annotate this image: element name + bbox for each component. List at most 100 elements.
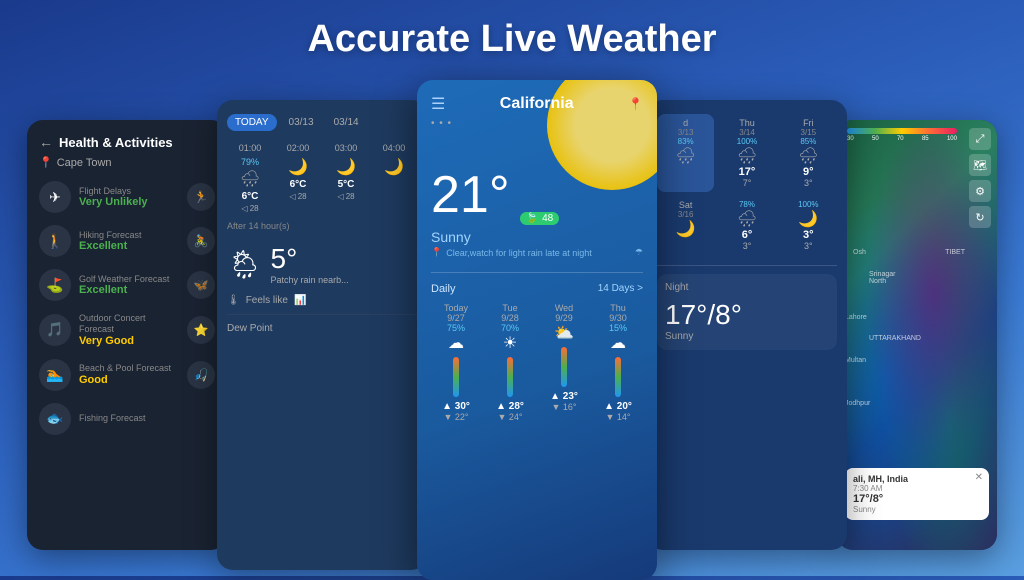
activity-extra-concert: ⭐	[187, 316, 215, 344]
leaf-icon: 🍃	[526, 213, 538, 224]
hourly-columns: 01:00 79% 🌧 6°C ◁ 28 02:00 🌙 6°C ◁ 28 03…	[227, 143, 417, 213]
map-label-jodhpur: Jodhpur	[845, 400, 870, 407]
activity-item-fishing: 🐟 Fishing Forecast	[39, 403, 215, 435]
chart-icon: 📊	[294, 295, 306, 306]
thermometer-icon: 🌡	[227, 295, 240, 306]
city-name: California	[500, 95, 574, 113]
map-background: 30507085100 ⤢ 🗺 ⚙ ↻ Osh SrinagarNorth TI…	[837, 120, 997, 550]
popup-close-button[interactable]: ✕	[975, 472, 983, 483]
activity-icon-beach: 🏊	[39, 359, 71, 391]
activity-extra-hiking: 🚴	[187, 227, 215, 255]
tab-0313[interactable]: 03/13	[281, 114, 322, 131]
map-expand-button[interactable]: ⤢	[969, 128, 991, 150]
california-header: ☰ California 📍	[431, 94, 643, 114]
daily-col-thu: Thu 9/30 15% ☁ ▲ 20° ▼ 14°	[593, 303, 643, 422]
hourly-tabs: TODAY 03/13 03/14	[227, 114, 417, 131]
night-temperature: 17°/8°	[665, 299, 829, 331]
dew-point-label: Dew Point	[227, 323, 273, 334]
days-link[interactable]: 14 Days >	[598, 283, 643, 295]
activity-icon-concert: 🎵	[39, 314, 71, 346]
daily-col-tue: Tue 9/28 70% ☀ ▲ 28° ▼ 24°	[485, 303, 535, 422]
hourly-col-4: 04:00 🌙	[371, 143, 417, 213]
activity-item-concert: 🎵 Outdoor Concert Forecast Very Good ⭐	[39, 313, 215, 347]
map-label-srinagar: SrinagarNorth	[869, 271, 895, 285]
pin-icon-small: 📍	[431, 247, 442, 258]
popup-condition: Sunny	[853, 505, 981, 514]
activity-extra-beach: 🎣	[187, 361, 215, 389]
after-hours-label: After 14 hour(s)	[227, 221, 417, 231]
patchy-temp: 5°	[271, 243, 349, 275]
activity-info-fishing: Fishing Forecast	[79, 413, 215, 424]
activity-item-hiking: 🚶 Hiking Forecast Excellent 🚴	[39, 225, 215, 257]
map-refresh-button[interactable]: ↻	[969, 206, 991, 228]
umbrella-icon: ☂	[635, 247, 643, 258]
weekly-day-sat: Sat 3/16 🌙	[657, 196, 714, 255]
card-health-header: ← Health & Activities	[39, 134, 215, 150]
activity-extra-golf: 🦋	[187, 271, 215, 299]
patchy-section: 🌦 5° Patchy rain nearb...	[227, 243, 417, 285]
popup-time: 7:30 AM	[853, 484, 981, 493]
card-health: ← Health & Activities 📍 Cape Town ✈ Flig…	[27, 120, 227, 550]
activity-info-flight: Flight Delays Very Unlikely	[79, 186, 179, 209]
map-popup: ✕ ali, MH, India 7:30 AM 17°/8° Sunny	[845, 468, 989, 520]
map-label-tibet: TIBET	[945, 249, 965, 256]
map-layers-button[interactable]: 🗺	[969, 154, 991, 176]
back-arrow-icon[interactable]: ←	[39, 134, 53, 150]
aqi-badge: 🍃 48	[520, 212, 560, 225]
location-icon[interactable]: 📍	[628, 97, 643, 111]
weekly-columns: d 3/13 83% 🌧 Thu 3/14 100% 🌧 17° 7° Fri …	[657, 114, 837, 255]
activity-item-flight: ✈ Flight Delays Very Unlikely 🏃	[39, 181, 215, 213]
hourly-col-1: 01:00 79% 🌧 6°C ◁ 28	[227, 143, 273, 213]
weekly-day-extra: 78% 🌧 6° 3°	[718, 196, 775, 255]
card-map[interactable]: 30507085100 ⤢ 🗺 ⚙ ↻ Osh SrinagarNorth TI…	[837, 120, 997, 550]
weekly-day-fri: Fri 3/15 85% 🌧 9° 3°	[780, 114, 837, 192]
weather-condition: Sunny	[431, 229, 643, 245]
weekly-day-thu: Thu 3/14 100% 🌧 17° 7°	[718, 114, 775, 192]
night-label: Night	[665, 282, 829, 293]
daily-header: Daily 14 Days >	[431, 272, 643, 295]
cards-container: ← Health & Activities 📍 Cape Town ✈ Flig…	[0, 80, 1024, 576]
daily-col-wed: Wed 9/29 ⛅ ▲ 23° ▼ 16°	[539, 303, 589, 422]
weekly-day-today: d 3/13 83% 🌧	[657, 114, 714, 192]
activity-info-golf: Golf Weather Forecast Excellent	[79, 274, 179, 297]
hourly-col-2: 02:00 🌙 6°C ◁ 28	[275, 143, 321, 213]
card-weekly: d 3/13 83% 🌧 Thu 3/14 100% 🌧 17° 7° Fri …	[647, 100, 847, 550]
map-label-uttarakhand: UTTARAKHAND	[869, 335, 921, 342]
activity-icon-flight: ✈	[39, 181, 71, 213]
activity-icon-golf: ⛳	[39, 269, 71, 301]
map-label-multan: Multan	[845, 357, 866, 364]
activity-info-beach: Beach & Pool Forecast Good	[79, 363, 179, 386]
card-california: ☰ California 📍 • • • 21° 🍃 48 Sunny 📍 Cl…	[417, 80, 657, 580]
map-color-labels: 30507085100	[847, 136, 957, 142]
main-temperature: 21°	[431, 165, 510, 225]
feels-section: 🌡 Feels like 📊	[227, 295, 417, 306]
hourly-col-3: 03:00 🌙 5°C ◁ 28	[323, 143, 369, 213]
activity-icon-fishing: 🐟	[39, 403, 71, 435]
weather-description: 📍 Clear,watch for light rain late at nig…	[431, 247, 643, 258]
activity-item-beach: 🏊 Beach & Pool Forecast Good 🎣	[39, 359, 215, 391]
night-section: Night 17°/8° Sunny	[657, 274, 837, 350]
daily-columns: Today 9/27 75% ☁ ▲ 30° ▼ 22° Tue 9/28 70…	[431, 303, 643, 422]
location-pin-icon: 📍	[39, 156, 53, 169]
weekly-day-extra2: 100% 🌙 3° 3°	[780, 196, 837, 255]
tab-0314[interactable]: 03/14	[326, 114, 367, 131]
activity-info-concert: Outdoor Concert Forecast Very Good	[79, 313, 179, 347]
card-hourly: TODAY 03/13 03/14 01:00 79% 🌧 6°C ◁ 28 0…	[217, 100, 427, 570]
activity-icon-hiking: 🚶	[39, 225, 71, 257]
map-color-bar	[847, 128, 957, 134]
activity-item-golf: ⛳ Golf Weather Forecast Excellent 🦋	[39, 269, 215, 301]
map-label-osh: Osh	[853, 249, 866, 256]
health-location: 📍 Cape Town	[39, 156, 215, 169]
daily-label: Daily	[431, 283, 455, 295]
patchy-desc: Patchy rain nearb...	[271, 275, 349, 285]
health-title: Health & Activities	[59, 135, 173, 150]
menu-icon[interactable]: ☰	[431, 94, 445, 114]
tab-today[interactable]: TODAY	[227, 114, 277, 131]
dew-section: Dew Point	[227, 314, 417, 334]
map-controls: ⤢ 🗺 ⚙ ↻	[969, 128, 991, 228]
map-filter-button[interactable]: ⚙	[969, 180, 991, 202]
activity-info-hiking: Hiking Forecast Excellent	[79, 230, 179, 253]
page-title: Accurate Live Weather	[0, 18, 1024, 61]
activity-extra-flight: 🏃	[187, 183, 215, 211]
popup-temperature: 17°/8°	[853, 493, 981, 505]
